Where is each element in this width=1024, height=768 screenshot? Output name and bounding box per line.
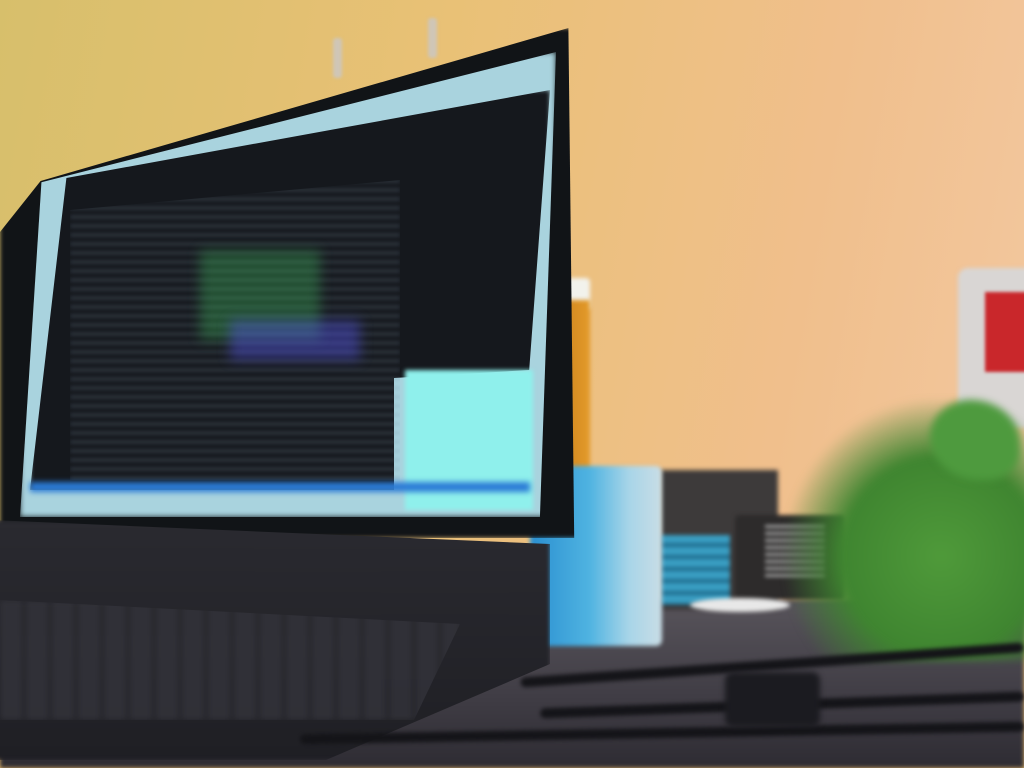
wall-pin <box>428 18 437 58</box>
code-highlight-blue <box>230 320 360 360</box>
jug-red-label <box>985 292 1024 372</box>
taskbar-strip <box>30 482 530 492</box>
wall-pin <box>333 38 342 78</box>
desk-photo <box>0 0 1024 768</box>
cable-plug <box>725 672 820 727</box>
saucer <box>690 598 790 612</box>
teal-stack <box>660 535 730 605</box>
